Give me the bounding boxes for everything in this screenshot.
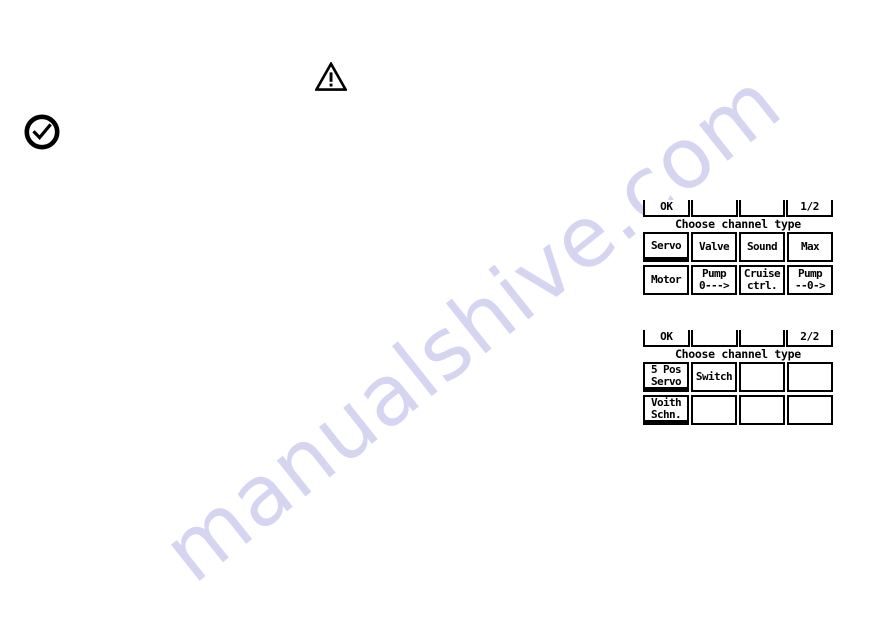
softkey-row: OK 2/2	[643, 330, 833, 347]
check-circle-glyph	[24, 114, 60, 150]
channel-type-voith-schneider[interactable]: Voith Schn.	[643, 395, 689, 425]
softkey-page-indicator[interactable]: 1/2	[786, 200, 833, 217]
lcd-screen-page-1: OK 1/2 Choose channel type Servo Valve S…	[643, 200, 833, 295]
warning-triangle-glyph	[314, 61, 348, 91]
watermark-text: manualshive.com	[145, 52, 799, 602]
channel-type-5-pos-servo-label-line2: Servo	[650, 374, 682, 388]
softkey-ok[interactable]: OK	[643, 200, 690, 217]
softkey-blank-2[interactable]	[738, 200, 786, 217]
channel-type-motor-label: Motor	[650, 273, 682, 286]
channel-type-5-pos-servo[interactable]: 5 Pos Servo	[643, 362, 689, 392]
channel-type-voith-schneider-label-line2: Schn.	[650, 407, 682, 421]
softkey-blank-2[interactable]	[738, 330, 786, 347]
channel-type-pump-centered-label-line2: --0->	[794, 279, 826, 292]
channel-type-grid: 5 Pos Servo Switch Voith Schn.	[643, 362, 833, 425]
softkey-blank-1[interactable]	[690, 200, 738, 217]
channel-type-valve[interactable]: Valve	[691, 232, 737, 262]
lcd-screen-page-2: OK 2/2 Choose channel type 5 Pos Servo S…	[643, 330, 833, 425]
channel-type-grid: Servo Valve Sound Max Motor Pump 0---> C…	[643, 232, 833, 295]
channel-type-empty-slot[interactable]	[787, 362, 833, 392]
channel-type-sound[interactable]: Sound	[739, 232, 785, 262]
channel-type-servo-label: Servo	[650, 238, 682, 252]
check-circle-icon	[24, 114, 60, 150]
channel-type-row: Voith Schn.	[643, 395, 833, 425]
channel-type-cruise-control-label-line2: ctrl.	[746, 279, 778, 292]
channel-type-sound-label: Sound	[746, 240, 778, 253]
channel-type-5-pos-servo-label-line1: 5 Pos	[650, 362, 682, 376]
channel-type-empty-slot[interactable]	[739, 362, 785, 392]
channel-type-valve-label: Valve	[698, 240, 730, 253]
channel-type-row: Servo Valve Sound Max	[643, 232, 833, 262]
warning-triangle-icon	[314, 61, 348, 92]
channel-type-pump-forward-label-line2: 0--->	[698, 279, 730, 292]
softkey-blank-1[interactable]	[690, 330, 738, 347]
channel-type-max[interactable]: Max	[787, 232, 833, 262]
channel-type-empty-slot[interactable]	[739, 395, 785, 425]
channel-type-empty-slot[interactable]	[691, 395, 737, 425]
channel-type-voith-schneider-label-line1: Voith	[650, 395, 682, 409]
channel-type-switch-label: Switch	[695, 370, 733, 383]
channel-type-row: Motor Pump 0---> Cruise ctrl. Pump --0->	[643, 265, 833, 295]
screen-title: Choose channel type	[643, 347, 833, 362]
channel-type-row: 5 Pos Servo Switch	[643, 362, 833, 392]
channel-type-empty-slot[interactable]	[787, 395, 833, 425]
page-watermark: manualshive.com	[0, 0, 893, 629]
channel-type-max-label: Max	[800, 240, 820, 253]
softkey-row: OK 1/2	[643, 200, 833, 217]
channel-type-cruise-control[interactable]: Cruise ctrl.	[739, 265, 785, 295]
channel-type-switch[interactable]: Switch	[691, 362, 737, 392]
softkey-ok[interactable]: OK	[643, 330, 690, 347]
screen-title: Choose channel type	[643, 217, 833, 232]
channel-type-pump-centered[interactable]: Pump --0->	[787, 265, 833, 295]
channel-type-pump-forward[interactable]: Pump 0--->	[691, 265, 737, 295]
softkey-page-indicator[interactable]: 2/2	[786, 330, 833, 347]
channel-type-motor[interactable]: Motor	[643, 265, 689, 295]
channel-type-servo[interactable]: Servo	[643, 232, 689, 262]
